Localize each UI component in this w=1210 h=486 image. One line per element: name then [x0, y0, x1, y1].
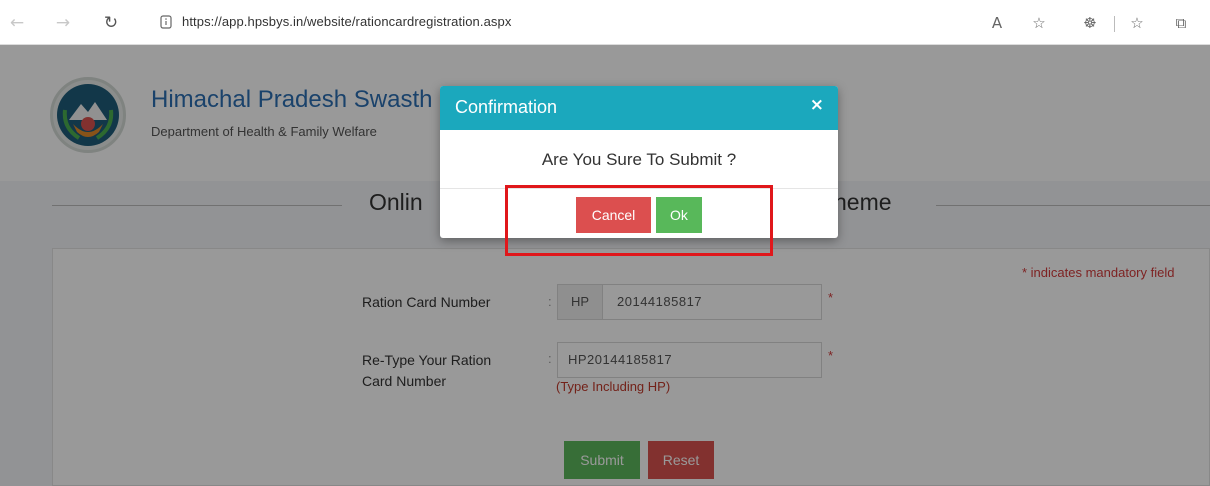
address-bar-url[interactable]: https://app.hpsbys.in/website/rationcard… [182, 14, 511, 29]
dialog-header: Confirmation × [440, 86, 838, 130]
back-arrow-icon[interactable]: ← [6, 12, 28, 34]
add-favorite-icon[interactable]: ☆ [1028, 12, 1050, 34]
favorites-icon[interactable]: ☆ [1126, 12, 1148, 34]
refresh-icon[interactable]: ↻ [100, 12, 122, 34]
forward-arrow-icon[interactable]: → [52, 12, 74, 34]
extensions-icon[interactable]: ☸ [1079, 12, 1101, 34]
site-info-icon[interactable] [160, 15, 172, 29]
close-icon[interactable]: × [810, 95, 824, 115]
toolbar-divider [1114, 16, 1115, 32]
dialog-title: Confirmation [455, 97, 558, 117]
browser-toolbar: ← → ↻ https://app.hpsbys.in/website/rati… [0, 0, 1210, 45]
collections-icon[interactable]: ⧉ [1170, 12, 1192, 34]
dialog-message: Are You Sure To Submit ? [541, 150, 737, 169]
highlight-box [505, 185, 773, 256]
read-aloud-icon[interactable]: A [986, 12, 1008, 34]
dialog-body: Are You Sure To Submit ? [440, 130, 838, 189]
